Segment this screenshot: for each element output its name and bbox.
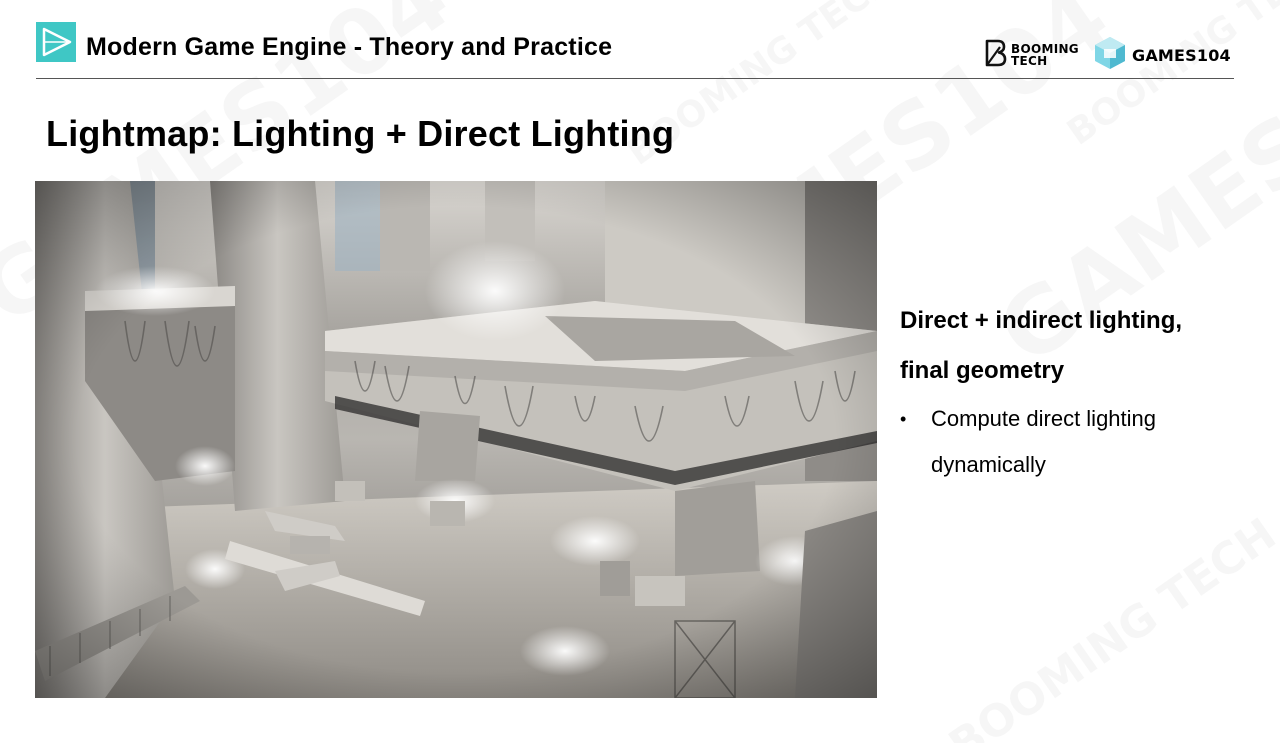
bullet-item: Compute direct lighting dynamically bbox=[900, 396, 1221, 488]
booming-tech-logo-icon bbox=[984, 39, 1008, 72]
content-heading-line-2: final geometry bbox=[900, 357, 1065, 384]
games104-wordmark: GAMES104 bbox=[1132, 45, 1231, 65]
bullet-list: Compute direct lighting dynamically bbox=[900, 396, 1260, 488]
course-title: Modern Game Engine - Theory and Practice bbox=[86, 33, 613, 61]
watermark-booming: BOOMING TECH bbox=[940, 509, 1280, 743]
content-panel: Direct + indirect lighting, final geomet… bbox=[900, 296, 1260, 488]
booming-tech-logo: BOOMING TECH bbox=[984, 39, 1079, 72]
content-heading-line-1: Direct + indirect lighting, bbox=[900, 307, 1183, 334]
slide-title: Lightmap: Lighting + Direct Lighting bbox=[46, 113, 675, 154]
games104-cube-icon bbox=[1094, 36, 1126, 75]
booming-tech-wordmark: BOOMING TECH bbox=[1011, 43, 1079, 67]
slide-header: Modern Game Engine - Theory and Practice… bbox=[36, 20, 1234, 79]
lightmap-scene-image bbox=[35, 181, 877, 698]
tech-line: TECH bbox=[1011, 54, 1048, 68]
games104-logo: GAMES104 bbox=[1094, 36, 1231, 75]
play-triangle-icon bbox=[36, 22, 76, 62]
